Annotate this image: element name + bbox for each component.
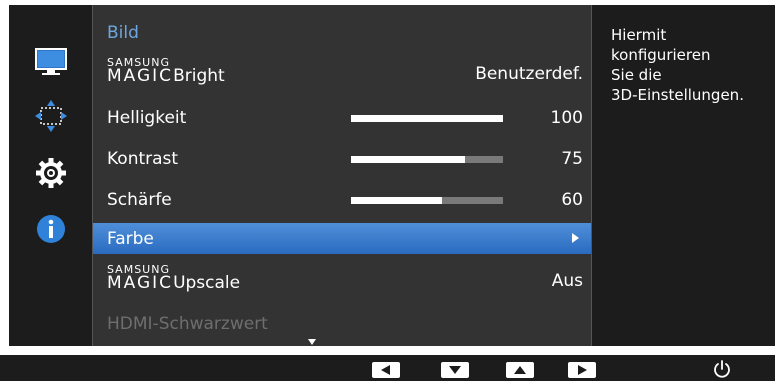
menu-item-value: 75	[561, 149, 583, 169]
up-arrow-icon	[514, 366, 526, 374]
power-icon[interactable]	[712, 359, 732, 379]
resize-arrows-icon[interactable]	[33, 98, 69, 134]
help-line: konfigurieren	[611, 46, 711, 64]
up-arrow-button[interactable]	[506, 362, 534, 378]
menu-item-kontrast[interactable]: Kontrast 75	[93, 138, 591, 179]
bar-fill	[351, 156, 465, 163]
help-line: Sie die	[611, 66, 662, 84]
left-arrow-icon	[381, 365, 390, 375]
help-text: Hiermit konfigurieren Sie die 3D-Einstel…	[611, 25, 771, 105]
gear-icon[interactable]	[33, 155, 69, 191]
right-arrow-button[interactable]	[568, 362, 596, 378]
magic-upscale-label: SAMSUNG MAGICUpscale	[107, 264, 240, 292]
magic-word: MAGIC	[107, 66, 174, 86]
magic-word: MAGIC	[107, 273, 174, 293]
down-arrow-icon	[449, 366, 461, 374]
submenu-arrow-icon	[572, 233, 579, 243]
menu-item-value: Aus	[551, 271, 583, 291]
help-line: 3D-Einstellungen.	[611, 86, 744, 104]
menu-item-label: Helligkeit	[107, 108, 187, 128]
magic-bright-label: SAMSUNG MAGICBright	[107, 57, 225, 85]
menu-item-value: 100	[550, 108, 583, 128]
monitor-icon[interactable]	[33, 45, 69, 81]
bar-fill	[351, 115, 503, 122]
category-sidebar	[9, 5, 92, 346]
right-arrow-icon	[578, 365, 587, 375]
menu-item-label: Schärfe	[107, 190, 172, 210]
menu-item-label: Upscale	[173, 273, 241, 293]
menu-item-farbe[interactable]: Farbe	[93, 223, 591, 254]
menu-item-hdmi-schwarzwert: HDMI-Schwarzwert	[93, 303, 591, 344]
bar-fill	[351, 197, 443, 204]
picture-menu: Bild SAMSUNG MAGICBright Benutzerdef. He…	[92, 5, 592, 346]
menu-item-label: Kontrast	[107, 149, 179, 169]
osd-window: Bild SAMSUNG MAGICBright Benutzerdef. He…	[9, 5, 775, 346]
menu-item-label: HDMI-Schwarzwert	[107, 314, 268, 334]
sharpness-bar[interactable]	[351, 197, 503, 204]
menu-item-value: Benutzerdef.	[475, 64, 583, 84]
scroll-down-icon[interactable]	[308, 339, 316, 345]
menu-item-label: Bright	[173, 66, 225, 86]
brightness-bar[interactable]	[351, 115, 503, 122]
down-arrow-button[interactable]	[441, 362, 469, 378]
menu-item-magic-upscale[interactable]: SAMSUNG MAGICUpscale Aus	[93, 260, 591, 301]
menu-item-helligkeit[interactable]: Helligkeit 100	[93, 97, 591, 138]
left-arrow-button[interactable]	[372, 362, 400, 378]
menu-item-magic-bright[interactable]: SAMSUNG MAGICBright Benutzerdef.	[93, 53, 591, 94]
info-icon[interactable]	[33, 211, 69, 247]
menu-item-value: 60	[561, 190, 583, 210]
menu-title: Bild	[107, 23, 139, 43]
help-line: Hiermit	[611, 26, 667, 44]
menu-item-label: Farbe	[107, 229, 154, 249]
menu-item-schaerfe[interactable]: Schärfe 60	[93, 179, 591, 220]
button-bar	[0, 355, 775, 381]
contrast-bar[interactable]	[351, 156, 503, 163]
